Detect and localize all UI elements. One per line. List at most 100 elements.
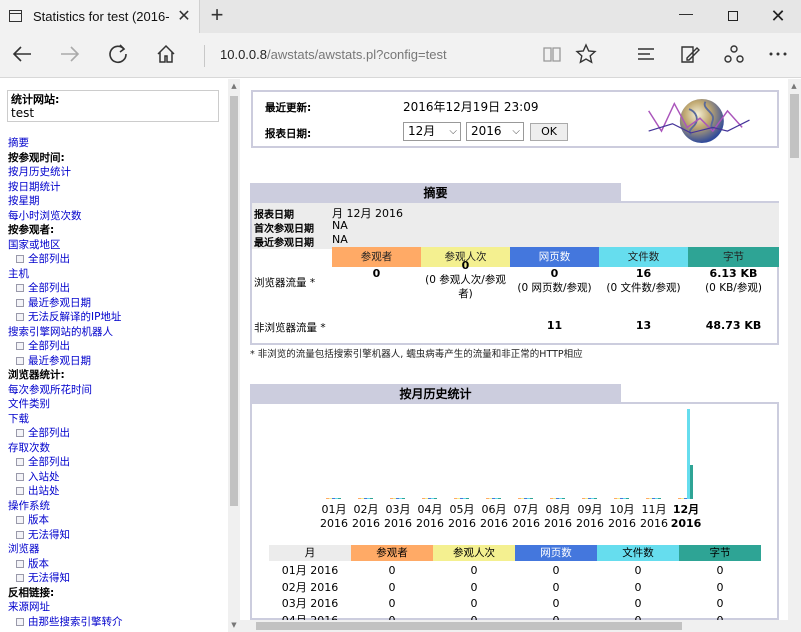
chart-bar — [402, 498, 405, 499]
sidebar-item-label: 摘要 — [8, 137, 29, 149]
forward-icon[interactable] — [57, 43, 83, 69]
sidebar-item-label: 全部列出 — [28, 253, 70, 265]
sidebar-item[interactable]: 版本 — [8, 513, 223, 528]
divider — [204, 45, 205, 67]
table-cell: 0 — [716, 597, 724, 610]
minimize-icon[interactable]: — — [674, 6, 698, 26]
scroll-down-icon[interactable]: ▼ — [228, 618, 240, 632]
month-select-value: 12月 — [408, 124, 436, 138]
main-scroll-thumb[interactable] — [790, 94, 799, 158]
share-icon[interactable] — [721, 43, 747, 69]
sidebar-item[interactable]: 出站处 — [8, 484, 223, 499]
list-icon — [16, 487, 24, 495]
sidebar-item[interactable]: 浏览器 — [8, 542, 223, 557]
sidebar-item-label: 来源网址 — [8, 601, 50, 613]
main-scrollbar[interactable] — [788, 79, 801, 632]
sidebar-section-heading: 浏览器统计: — [8, 368, 223, 383]
close-icon[interactable]: ✕ — [766, 6, 790, 26]
favorites-star-icon[interactable] — [573, 43, 599, 69]
sidebar-item[interactable]: 按月历史统计 — [8, 165, 223, 180]
sidebar-item[interactable]: 全部列出 — [8, 455, 223, 470]
sidebar-item[interactable]: 文件类别 — [8, 397, 223, 412]
more-icon[interactable] — [765, 43, 791, 69]
sidebar-item-label: 版本 — [28, 514, 49, 526]
table-cell: 0 — [552, 613, 560, 621]
sidebar-item[interactable]: 由那些搜索引擎转介 — [8, 615, 223, 630]
sidebar-item[interactable]: 每小时浏览次数 — [8, 209, 223, 224]
address-path: /awstats/awstats.pl?config=test — [267, 47, 447, 62]
scroll-up-icon[interactable]: ▲ — [788, 79, 800, 93]
sidebar-item[interactable]: 无法得知 — [8, 528, 223, 543]
sidebar-item[interactable]: 全部列出 — [8, 426, 223, 441]
last-update-value: 2016年12月19日 23:09 — [403, 100, 539, 114]
sidebar-item-label: 最近参观日期 — [28, 296, 91, 309]
sidebar-item[interactable]: 摘要 — [8, 136, 223, 151]
table-cell: 0 — [716, 564, 724, 577]
sidebar-item[interactable]: 搜索引擎网站的机器人 — [8, 325, 223, 340]
sidebar-item[interactable]: 最近参观日期 — [8, 296, 223, 311]
sidebar-item[interactable]: 来源网址 — [8, 600, 223, 615]
sidebar-item-label: 按日期统计 — [8, 180, 61, 193]
tab-bar: Statistics for test (2016- ✕ + — ✕ — [0, 0, 801, 33]
horizontal-scroll-thumb[interactable] — [256, 622, 682, 630]
sidebar-item[interactable]: 无法得知 — [8, 571, 223, 586]
sidebar-item[interactable]: 操作系统 — [8, 499, 223, 514]
chart-bar — [498, 498, 501, 499]
table-cell: 0 — [716, 613, 724, 621]
table-row-month: 02月 2016 — [281, 580, 339, 594]
chart-x-label: 04月 2016 — [416, 503, 444, 530]
summary-column-header: 文件数 — [599, 247, 688, 267]
hub-icon[interactable] — [633, 43, 659, 69]
chart-x-label: 07月 2016 — [512, 503, 540, 530]
address-host: 10.0.0.8 — [220, 47, 267, 62]
list-icon — [16, 516, 24, 524]
summary-footnote: * 非浏览的流量包括搜索引擎机器人, 蠕虫病毒产生的流量和非正常的HTTP相应 — [250, 349, 583, 360]
year-select[interactable]: 2016 ⌵ — [466, 122, 524, 141]
nonviewed-hits: 13 — [635, 319, 652, 332]
sidebar-item[interactable]: 版本 — [8, 557, 223, 572]
list-icon — [16, 472, 24, 481]
sidebar-item[interactable]: 按日期统计 — [8, 180, 223, 195]
sidebar-item[interactable]: 最近参观日期 — [8, 354, 223, 369]
reading-view-icon[interactable] — [539, 43, 565, 69]
sidebar-item[interactable]: 主机 — [8, 267, 223, 282]
summary-table: 报表日期 月 12月 2016 首次参观日期 NA 最近参观日期 NA 参观者参… — [250, 203, 779, 345]
month-select[interactable]: 12月 ⌵ — [403, 122, 461, 141]
back-icon[interactable] — [9, 43, 35, 69]
plus-icon[interactable]: + — [205, 4, 229, 28]
sidebar-item-label: 无法得知 — [28, 572, 70, 584]
summary-value: NA — [332, 233, 348, 246]
close-icon[interactable]: ✕ — [175, 6, 193, 26]
sidebar-item-label: 浏览器 — [8, 543, 40, 555]
table-row-month: 04月 2016 — [281, 613, 339, 621]
site-label: 统计网站: — [11, 93, 60, 106]
table-cell: 0 — [716, 580, 724, 594]
chevron-down-icon: ⌵ — [449, 126, 457, 137]
ok-button[interactable]: OK — [530, 123, 568, 141]
scroll-up-icon[interactable]: ▲ — [228, 79, 240, 93]
web-note-icon[interactable] — [677, 43, 703, 69]
sidebar-menu: 摘要 按参观时间: 按月历史统计 按日期统计 按星期 每小时浏览次数 按参观者: 国家或地区全… — [8, 136, 223, 629]
sidebar-item[interactable]: 存取次数 — [8, 441, 223, 456]
sidebar-scroll-thumb[interactable] — [230, 96, 238, 506]
sidebar-item[interactable]: 按星期 — [8, 194, 223, 209]
sidebar-item[interactable]: 入站处 — [8, 470, 223, 485]
browser-tab[interactable]: Statistics for test (2016- ✕ — [0, 0, 200, 33]
sidebar-item[interactable]: 国家或地区 — [8, 238, 223, 253]
home-icon[interactable] — [153, 43, 179, 69]
sidebar-item[interactable]: 全部列出 — [8, 281, 223, 296]
sidebar-item[interactable]: 下载 — [8, 412, 223, 427]
chart-bar — [530, 498, 533, 499]
sidebar-item[interactable]: 全部列出 — [8, 339, 223, 354]
viewed-pages: 0 (0 网页数/参观) — [517, 267, 592, 294]
maximize-icon[interactable] — [721, 6, 745, 26]
table-cell: 0 — [470, 613, 478, 621]
sidebar-item[interactable]: 每次参观所花时间 — [8, 383, 223, 398]
refresh-icon[interactable] — [105, 43, 131, 69]
sidebar-item-label: 全部列出 — [28, 427, 70, 439]
sidebar-item[interactable]: 无法反解译的IP地址 — [8, 310, 223, 325]
address-bar[interactable]: 10.0.0.8/awstats/awstats.pl?config=test — [220, 47, 447, 62]
table-cell: 0 — [388, 597, 396, 610]
sidebar-item[interactable]: 全部列出 — [8, 252, 223, 267]
list-icon — [16, 255, 24, 263]
